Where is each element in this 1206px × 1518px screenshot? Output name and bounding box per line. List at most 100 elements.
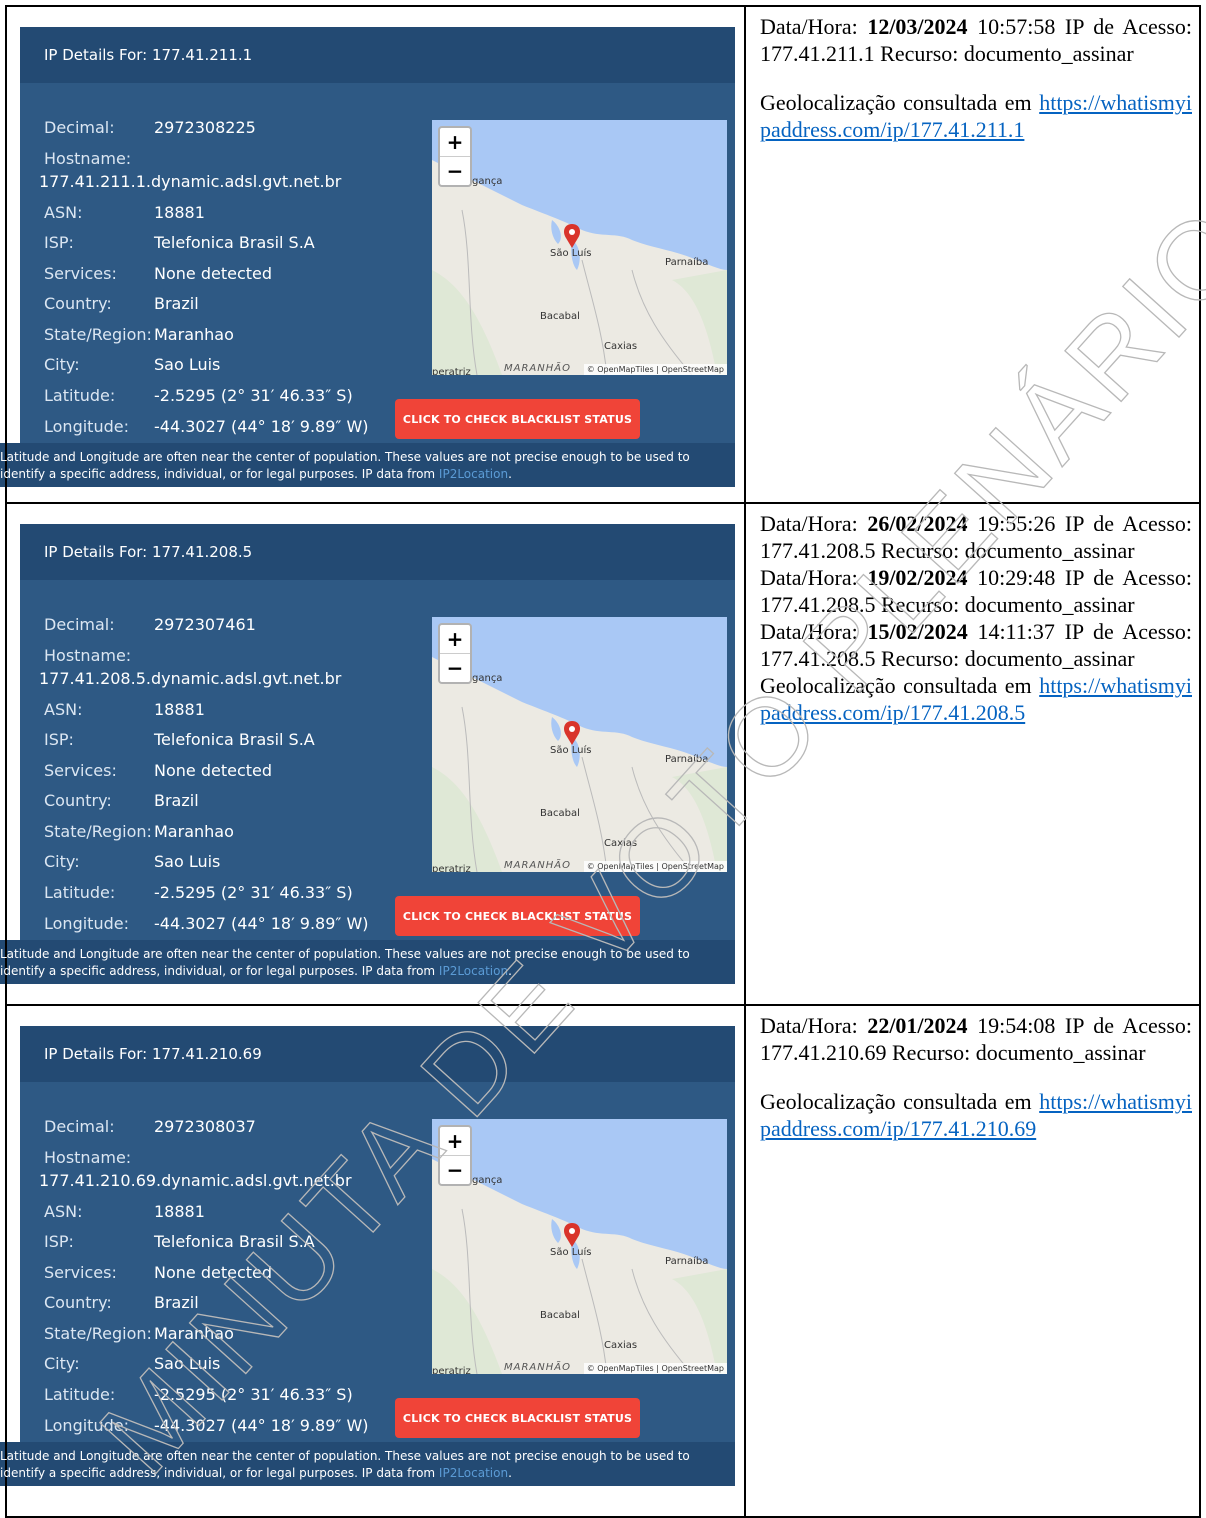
state-value: Maranhao [154,325,234,344]
city-row: City: Sao Luis [44,355,220,374]
access-date: 26/02/2024 [867,511,968,536]
panel-title: IP Details For: 177.41.210.69 [20,1026,735,1082]
map-bacabal-label: Bacabal [540,311,580,322]
city-value: Sao Luis [154,355,221,374]
map-maranhao-label: MARANHÃO [504,1362,571,1373]
datetime-label: Data/Hora: [760,14,868,39]
country-label: Country: [44,791,112,810]
country-row: Country: Brazil [44,791,199,810]
ip-details-panel: IP Details For: 177.41.208.5 Decimal: 2972… [20,524,735,940]
zoom-control: + − [438,126,472,187]
location-map[interactable]: + − gança São Luís Parnaíba Bacabal Caxias MARA… [432,617,727,872]
screenshot-cell: IP Details For: 177.41.208.5 Decimal: 2972… [0,502,746,1006]
hostname-label: Hostname: [44,1148,132,1167]
ip-details-panel: IP Details For: 177.41.211.1 Decimal: 2972… [20,27,735,443]
zoom-out-button[interactable]: − [440,1156,470,1184]
disclaimer-end: . [508,467,512,481]
zoom-in-button[interactable]: + [440,1127,470,1156]
state-value: Maranhao [154,822,234,841]
lon-row: Longitude: -44.3027 (44° 18′ 9.89″ W) [44,1416,369,1435]
blacklist-check-button[interactable]: CLICK TO CHECK BLACKLIST STATUS [395,1398,640,1438]
geolocation-note: Geolocalização consultada em https://wha… [760,89,1192,143]
lon-row: Longitude: -44.3027 (44° 18′ 9.89″ W) [44,417,369,436]
screenshot-cell: IP Details For: 177.41.210.69 Decimal: 297… [0,1004,746,1518]
location-map[interactable]: + − gança São Luís Parnaíba Bacabal Caxias MARA… [432,1119,727,1374]
map-imperatriz-label: peratriz [432,864,471,872]
map-bacabal-label: Bacabal [540,1310,580,1321]
blacklist-check-button[interactable]: CLICK TO CHECK BLACKLIST STATUS [395,399,640,439]
lon-label: Longitude: [44,914,129,933]
country-value: Brazil [154,791,199,810]
map-attribution: © OpenMapTiles | OpenStreetMap [583,1363,727,1374]
isp-row: ISP: Telefonica Brasil S.A [44,730,315,749]
state-row: State/Region: Maranhao [44,325,234,344]
map-saoluis-label: São Luís [550,1247,592,1258]
map-parnaiba-label: Parnaíba [665,754,709,765]
services-label: Services: [44,761,117,780]
access-log: Data/Hora: 12/03/2024 10:57:58 IP de Ace… [760,13,1192,143]
datetime-label: Data/Hora: [760,565,868,590]
lat-label: Latitude: [44,883,116,902]
asn-value: 18881 [154,1202,205,1221]
geolocation-text: Geolocalização consultada em [760,673,1040,698]
location-map[interactable]: + − gança São Luís Parnaíba Bacabal Caxias MARA… [432,120,727,375]
isp-label: ISP: [44,1232,74,1251]
lat-row: Latitude: -2.5295 (2° 31′ 46.33″ S) [44,386,353,405]
ip2location-link[interactable]: IP2Location [439,1466,508,1480]
lon-row: Longitude: -44.3027 (44° 18′ 9.89″ W) [44,914,369,933]
ip2location-link[interactable]: IP2Location [439,467,508,481]
blacklist-check-button[interactable]: CLICK TO CHECK BLACKLIST STATUS [395,896,640,936]
city-value: Sao Luis [154,1354,221,1373]
document-table: IP Details For: 177.41.211.1 Decimal: 2972… [0,5,1201,1518]
isp-value: Telefonica Brasil S.A [154,1232,315,1251]
isp-row: ISP: Telefonica Brasil S.A [44,1232,315,1251]
disclaimer-end: . [508,964,512,978]
decimal-value: 2972308037 [154,1117,256,1136]
country-label: Country: [44,1293,112,1312]
map-imperatriz-label: peratriz [432,1366,471,1374]
asn-label: ASN: [44,1202,83,1221]
zoom-out-button[interactable]: − [440,654,470,682]
country-row: Country: Brazil [44,1293,199,1312]
state-row: State/Region: Maranhao [44,822,234,841]
access-date: 15/02/2024 [867,619,968,644]
geolocation-text: Geolocalização consultada em [760,1089,1040,1114]
lon-value: -44.3027 (44° 18′ 9.89″ W) [154,1416,369,1435]
map-bacabal-label: Bacabal [540,808,580,819]
ip2location-link[interactable]: IP2Location [439,964,508,978]
access-entry: Data/Hora: 22/01/2024 19:54:08 IP de Ace… [760,1012,1192,1066]
asn-row: ASN: 18881 [44,203,205,222]
isp-label: ISP: [44,233,74,252]
asn-value: 18881 [154,700,205,719]
geolocation-note: Geolocalização consultada em https://wha… [760,1088,1192,1142]
zoom-in-button[interactable]: + [440,128,470,157]
map-maranhao-label: MARANHÃO [504,363,571,374]
country-value: Brazil [154,294,199,313]
decimal-row: Decimal: 2972308037 [44,1117,256,1136]
zoom-control: + − [438,623,472,684]
map-braganca-label: gança [472,1175,503,1186]
datetime-label: Data/Hora: [760,1013,868,1038]
decimal-row: Decimal: 2972307461 [44,615,256,634]
city-label: City: [44,355,80,374]
access-entry: Data/Hora: 12/03/2024 10:57:58 IP de Ace… [760,13,1192,67]
hostname-value: 177.41.210.69.dynamic.adsl.gvt.net.br [39,1171,352,1190]
state-label: State/Region: [44,1324,152,1343]
zoom-out-button[interactable]: − [440,157,470,185]
asn-value: 18881 [154,203,205,222]
geolocation-text: Geolocalização consultada em [760,90,1040,115]
state-row: State/Region: Maranhao [44,1324,234,1343]
country-label: Country: [44,294,112,313]
lat-value: -2.5295 (2° 31′ 46.33″ S) [154,1385,353,1404]
hostname-value: 177.41.211.1.dynamic.adsl.gvt.net.br [39,172,342,191]
services-value: None detected [154,264,273,283]
access-log: Data/Hora: 26/02/2024 19:55:26 IP de Ace… [760,510,1192,726]
access-entry: Data/Hora: 26/02/2024 19:55:26 IP de Ace… [760,510,1192,564]
services-label: Services: [44,264,117,283]
ip-details-panel: IP Details For: 177.41.210.69 Decimal: 297… [20,1026,735,1442]
lon-value: -44.3027 (44° 18′ 9.89″ W) [154,914,369,933]
zoom-in-button[interactable]: + [440,625,470,654]
services-row: Services: None detected [44,761,272,780]
map-braganca-label: gança [472,673,503,684]
